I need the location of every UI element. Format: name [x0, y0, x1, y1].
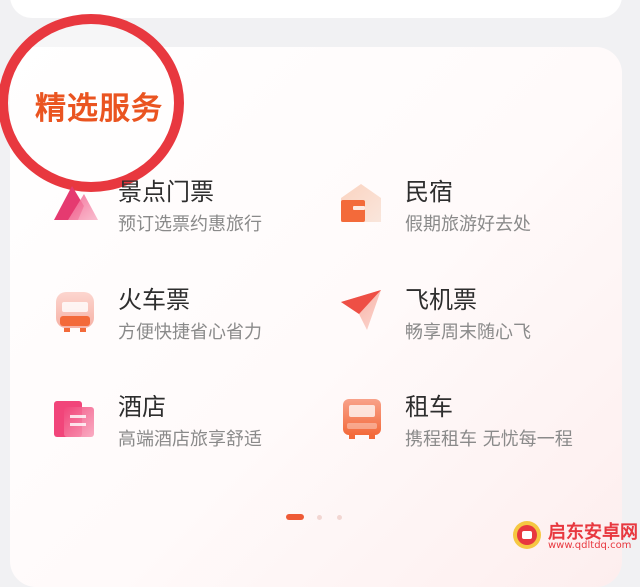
service-description: 假期旅游好去处	[405, 214, 531, 235]
service-item-flight-tickets[interactable]: 飞机票 畅享周末随心飞	[337, 280, 597, 350]
site-watermark: 启东安卓网 www.qdltdq.com	[508, 514, 640, 557]
pagination-dot[interactable]	[317, 515, 322, 520]
service-name: 民宿	[405, 178, 453, 206]
homestay-icon	[341, 184, 381, 222]
ticket-icon	[54, 186, 98, 220]
plane-icon	[341, 290, 381, 330]
pagination-dot-active[interactable]	[286, 514, 304, 520]
section-title: 精选服务	[35, 91, 163, 127]
service-item-car-rental[interactable]: 租车 携程租车 无忧每一程	[337, 387, 597, 457]
service-item-homestay[interactable]: 民宿 假期旅游好去处	[337, 172, 597, 242]
train-icon	[56, 292, 94, 332]
service-item-attraction-tickets[interactable]: 景点门票 预订选票约惠旅行	[50, 172, 310, 242]
watermark-url: www.qdltdq.com	[548, 540, 632, 551]
service-item-train-tickets[interactable]: 火车票 方便快捷省心省力	[50, 280, 310, 350]
service-item-hotel[interactable]: 酒店 高端酒店旅享舒适	[50, 387, 310, 457]
service-description: 携程租车 无忧每一程	[405, 429, 573, 450]
pagination-dot[interactable]	[337, 515, 342, 520]
service-name: 酒店	[118, 393, 166, 421]
car-rental-icon	[343, 399, 381, 439]
service-name: 火车票	[118, 286, 190, 314]
service-name: 景点门票	[118, 178, 214, 206]
hotel-icon	[54, 401, 94, 437]
service-description: 方便快捷省心省力	[118, 322, 262, 343]
service-description: 预订选票约惠旅行	[118, 214, 262, 235]
service-description: 畅享周末随心飞	[405, 322, 531, 343]
service-description: 高端酒店旅享舒适	[118, 429, 262, 450]
service-name: 飞机票	[405, 286, 477, 314]
watermark-logo-icon	[513, 521, 541, 549]
service-name: 租车	[405, 393, 453, 421]
